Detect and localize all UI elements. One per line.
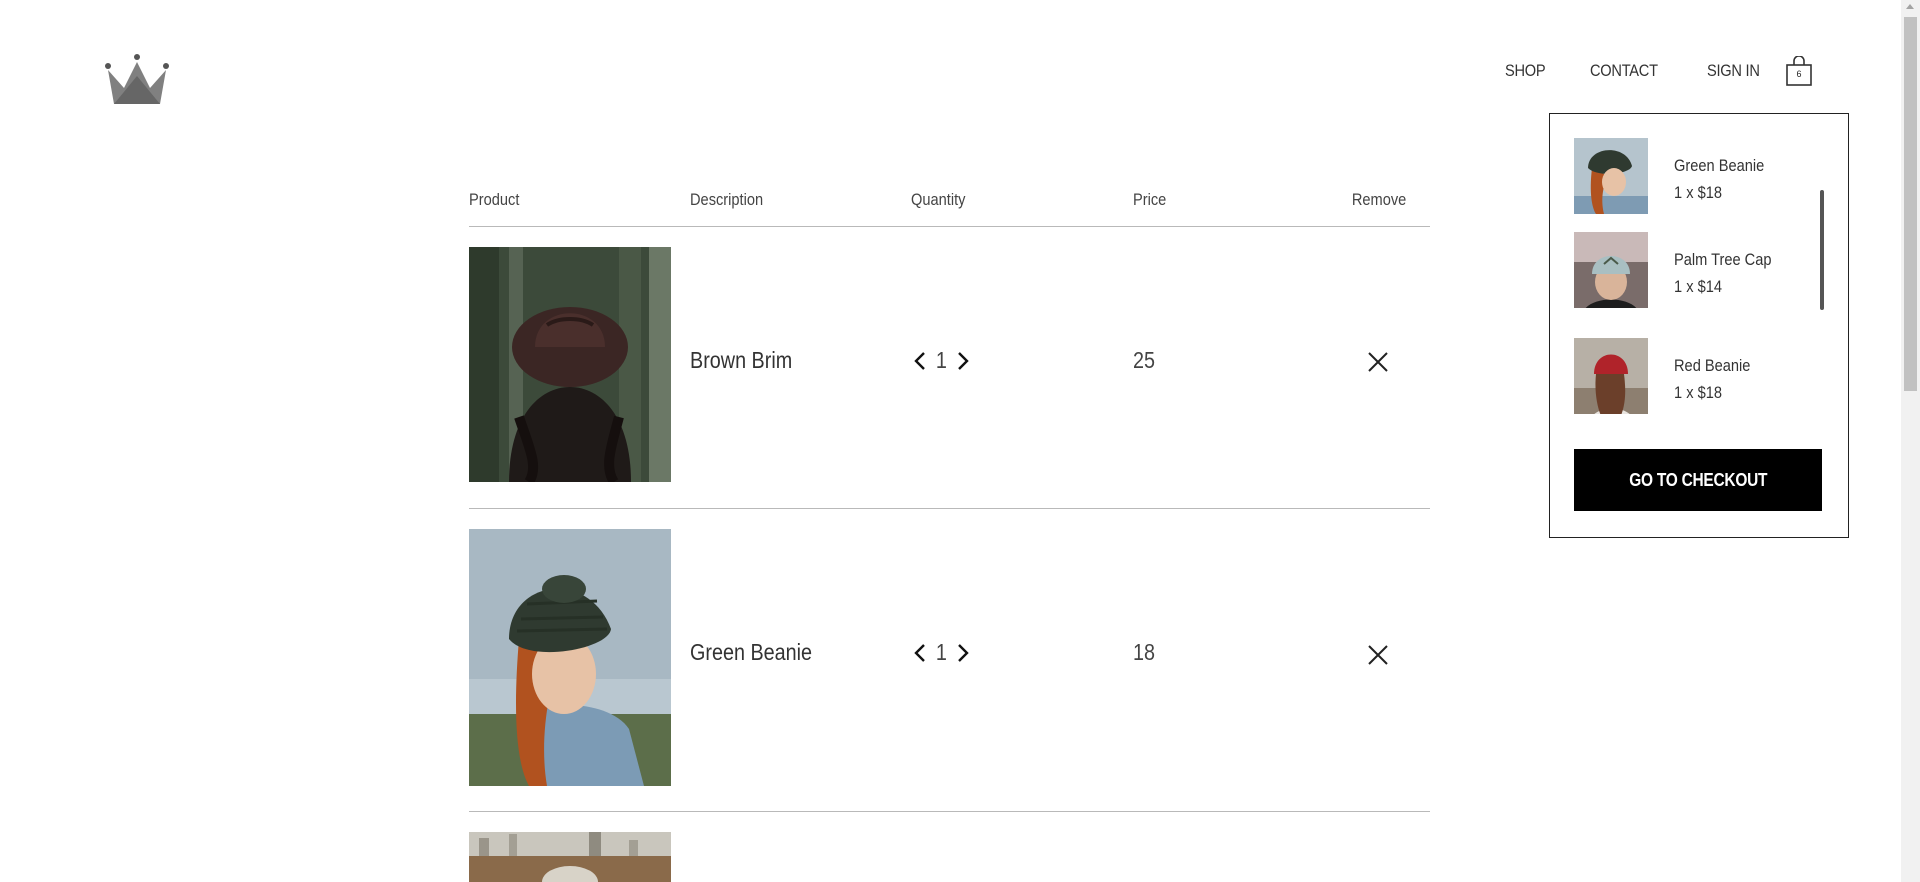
checkout-button-label: GO TO CHECKOUT [1628, 469, 1768, 490]
nav-shop[interactable]: SHOP [1505, 61, 1546, 81]
table-row [469, 812, 1430, 882]
page-scrollbar-thumb[interactable] [1904, 17, 1917, 391]
cart-count-badge: 6 [1796, 69, 1802, 79]
green-beanie-photo [469, 529, 671, 786]
cart-dropdown-scrollbar[interactable] [1820, 190, 1824, 310]
increase-quantity-icon[interactable] [954, 642, 972, 664]
cart-item-qty-price: 1 x $18 [1674, 383, 1722, 402]
green-beanie-thumb [1574, 138, 1648, 214]
scroll-up-icon[interactable] [1906, 4, 1914, 9]
city-photo [469, 832, 671, 882]
header-description: Description [690, 190, 764, 209]
shopping-bag-icon[interactable]: 6 [1786, 56, 1812, 86]
item-description: Brown Brim [690, 347, 793, 373]
cart-dropdown: Green Beanie 1 x $18 Palm Tree Cap 1 x $… [1549, 113, 1849, 538]
cart-item-name: Green Beanie [1674, 156, 1765, 175]
quantity-stepper: 1 [911, 347, 972, 374]
table-row: Green Beanie 1 18 [469, 509, 1430, 812]
quantity-value: 1 [935, 639, 947, 665]
remove-item-icon[interactable] [1366, 643, 1390, 667]
go-to-checkout-button[interactable]: GO TO CHECKOUT [1574, 449, 1822, 511]
table-row: Brown Brim 1 25 [469, 227, 1430, 509]
cart-item-name: Palm Tree Cap [1674, 250, 1772, 269]
top-nav: SHOP CONTACT SIGN IN 6 [1505, 56, 1812, 86]
header-remove: Remove [1351, 190, 1406, 209]
quantity-stepper: 1 [911, 639, 972, 666]
item-description: Green Beanie [690, 639, 813, 665]
nav-contact[interactable]: CONTACT [1590, 61, 1658, 81]
item-price: 18 [1133, 639, 1156, 665]
header-price: Price [1133, 190, 1167, 209]
cart-item-name: Red Beanie [1674, 356, 1751, 375]
red-beanie-thumb [1574, 338, 1648, 414]
header-quantity: Quantity [911, 190, 966, 209]
palm-tree-cap-thumb [1574, 232, 1648, 308]
header-product: Product [469, 190, 520, 209]
list-item: Palm Tree Cap 1 x $14 [1574, 232, 1824, 312]
decrease-quantity-icon[interactable] [911, 642, 929, 664]
decrease-quantity-icon[interactable] [911, 350, 929, 372]
remove-item-icon[interactable] [1366, 350, 1390, 374]
quantity-value: 1 [935, 347, 947, 373]
page-scrollbar[interactable] [1901, 0, 1920, 882]
checkout-table: Product Description Quantity Price Remov… [469, 190, 1430, 882]
cart-item-qty-price: 1 x $14 [1674, 277, 1722, 296]
cart-dropdown-list[interactable]: Green Beanie 1 x $18 Palm Tree Cap 1 x $… [1574, 138, 1834, 438]
item-price: 25 [1133, 347, 1156, 373]
brown-brim-photo [469, 247, 671, 482]
increase-quantity-icon[interactable] [954, 350, 972, 372]
crown-logo-icon[interactable] [104, 54, 170, 108]
list-item: Green Beanie 1 x $18 [1574, 138, 1824, 218]
list-item: Red Beanie 1 x $18 [1574, 338, 1824, 418]
nav-sign-in[interactable]: SIGN IN [1707, 61, 1760, 81]
table-header: Product Description Quantity Price Remov… [469, 190, 1430, 227]
cart-item-qty-price: 1 x $18 [1674, 183, 1722, 202]
